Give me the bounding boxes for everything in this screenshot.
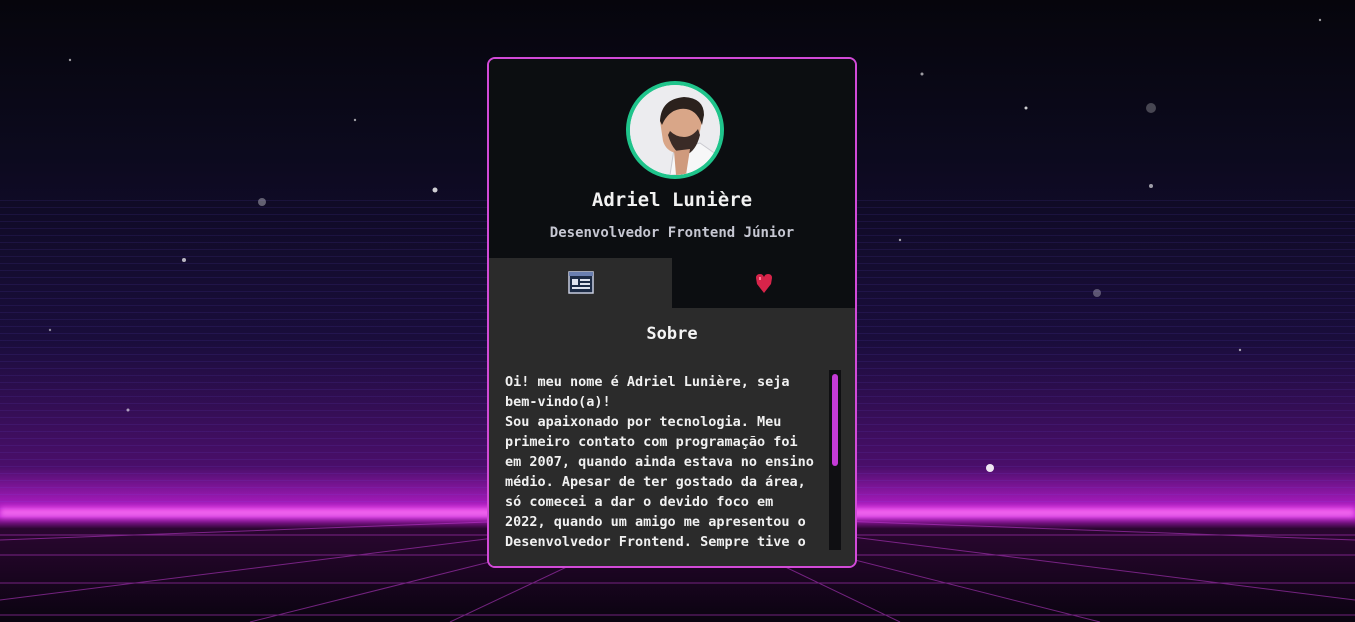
- about-paragraph: Oi! meu nome é Adriel Lunière, seja bem-…: [505, 374, 790, 410]
- profile-card: Adriel Lunière Desenvolvedor Frontend Jú…: [487, 57, 857, 568]
- about-scrollbar[interactable]: [829, 370, 841, 550]
- about-text[interactable]: Oi! meu nome é Adriel Lunière, seja bem-…: [505, 372, 815, 562]
- about-paragraph: Sou apaixonado por tecnologia. Meu prime…: [505, 414, 814, 550]
- tab-favorites[interactable]: [672, 258, 855, 308]
- avatar-photo: [630, 85, 720, 175]
- profile-card-icon: [567, 271, 594, 294]
- profile-header: Adriel Lunière Desenvolvedor Frontend Jú…: [489, 59, 855, 258]
- profile-tabs: [489, 258, 855, 308]
- profile-role: Desenvolvedor Frontend Júnior: [549, 225, 795, 241]
- tab-about[interactable]: [489, 258, 672, 308]
- heart-icon: [755, 274, 772, 293]
- avatar: [626, 81, 724, 179]
- about-scrollbar-thumb[interactable]: [832, 374, 838, 466]
- profile-name: Adriel Lunière: [591, 189, 753, 211]
- about-panel: Sobre Oi! meu nome é Adriel Lunière, sej…: [489, 308, 855, 566]
- about-title: Sobre: [646, 324, 698, 344]
